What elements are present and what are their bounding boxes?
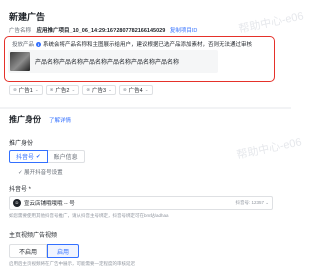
remove-icon[interactable]: ⊗ xyxy=(13,87,17,93)
check-icon: ✔ xyxy=(36,153,41,160)
douyin-label: 抖音号 * xyxy=(9,187,32,193)
page-title: 新建广告 xyxy=(9,12,46,22)
douyin-hint: 如您需要使用其他抖音号推广，请从抖音主号绑定，抖音号绑定可在bm站/adhaa xyxy=(9,213,169,218)
main-video-toggle: 不启用 启用 xyxy=(9,244,80,258)
product-card[interactable]: 产品名称产品名称产品名称产品名称产品名称产品名称 xyxy=(8,50,218,73)
chevron-down-icon: ⌄ xyxy=(34,87,39,92)
ad-name-row: 广告名称 应用推广项目_10_06_14:29:16?2807782166145… xyxy=(9,26,197,34)
chevron-down-icon: ⌄ xyxy=(71,87,76,92)
account-name: 宣云店铺哦哦哦 -- 号 xyxy=(24,201,75,207)
watermark: 帮助中心-e06 xyxy=(235,136,303,162)
source-row: 投放产品 i 系统会将产品名称和主图展示给用户，建议根据已选产品添加素材，否则无… xyxy=(12,40,252,48)
identity-option-douyin[interactable]: 抖音号 ✔ xyxy=(9,150,48,163)
chevron-down-icon: ⌄ xyxy=(108,87,112,92)
ad-chip-1[interactable]: ⊗ 广告1 ⌄ xyxy=(9,85,43,95)
source-notice: 系统会将产品名称和主图展示给用户，建议根据已选产品添加素材，否则无法通过审核 xyxy=(43,42,253,48)
info-icon: i xyxy=(36,41,42,47)
ad-chip-3[interactable]: ⊗ 广告3 ⌄ xyxy=(82,85,116,95)
ad-chip-row: ⊗ 广告1 ⌄ ⊗ 广告2 ⌄ ⊗ 广告3 ⌄ ⊗ 广告4 ⌄ xyxy=(9,85,153,95)
source-label: 投放产品 xyxy=(12,42,35,48)
identity-selector: 抖音号 ✔ 账户信息 xyxy=(9,150,85,163)
main-video-label: 主页视频广告视频 xyxy=(9,233,58,239)
ad-name-value: 应用推广项目_10_06_14:29:16?2807782166145029 xyxy=(36,28,166,34)
chip-label: 广告1 xyxy=(18,88,33,94)
chip-label: 广告4 xyxy=(128,88,143,94)
ad-chip-4[interactable]: ⊗ 广告4 ⌄ xyxy=(118,85,153,95)
identity-option-account[interactable]: 账户信息 xyxy=(47,150,85,163)
section-divider xyxy=(0,107,291,109)
douyin-account-select[interactable]: D 宣云店铺哦哦哦 -- 号 抖音号: 12357 ⌄ xyxy=(9,196,273,210)
main-video-hint: 启用后主页视频将在广告中展示，可能需要一定程度的审核延迟 xyxy=(9,261,135,266)
main-video-on[interactable]: 启用 xyxy=(47,244,80,258)
remove-icon[interactable]: ⊗ xyxy=(123,87,127,93)
remove-icon[interactable]: ⊗ xyxy=(50,87,54,93)
product-preview-box: 投放产品 i 系统会将产品名称和主图展示给用户，建议根据已选产品添加素材，否则无… xyxy=(4,36,275,82)
product-image xyxy=(10,52,30,71)
option-label: 抖音号 xyxy=(16,155,35,161)
remove-icon[interactable]: ⊗ xyxy=(86,87,90,93)
watermark: 帮助中心-e06 xyxy=(237,10,305,36)
copy-id-link[interactable]: 复制项目ID xyxy=(170,28,198,34)
identity-label: 推广身份 xyxy=(9,141,34,147)
product-name: 产品名称产品名称产品名称产品名称产品名称产品名称 xyxy=(35,60,180,66)
main-video-off[interactable]: 不启用 xyxy=(9,244,48,258)
expand-douyin-settings[interactable]: ✓ 展开抖音号设置 xyxy=(18,168,63,176)
promo-section-title: 推广身份 xyxy=(9,115,41,124)
avatar: D xyxy=(13,199,21,207)
account-meta: 抖音号: 12357 ⌄ xyxy=(235,200,269,205)
ad-chip-2[interactable]: ⊗ 广告2 ⌄ xyxy=(45,85,80,95)
learn-more-link[interactable]: 了解详情 xyxy=(49,116,71,124)
chip-label: 广告2 xyxy=(55,88,70,94)
chip-label: 广告3 xyxy=(92,88,107,94)
ad-name-label: 广告名称 xyxy=(9,28,32,34)
chevron-down-icon: ⌄ xyxy=(144,87,149,92)
